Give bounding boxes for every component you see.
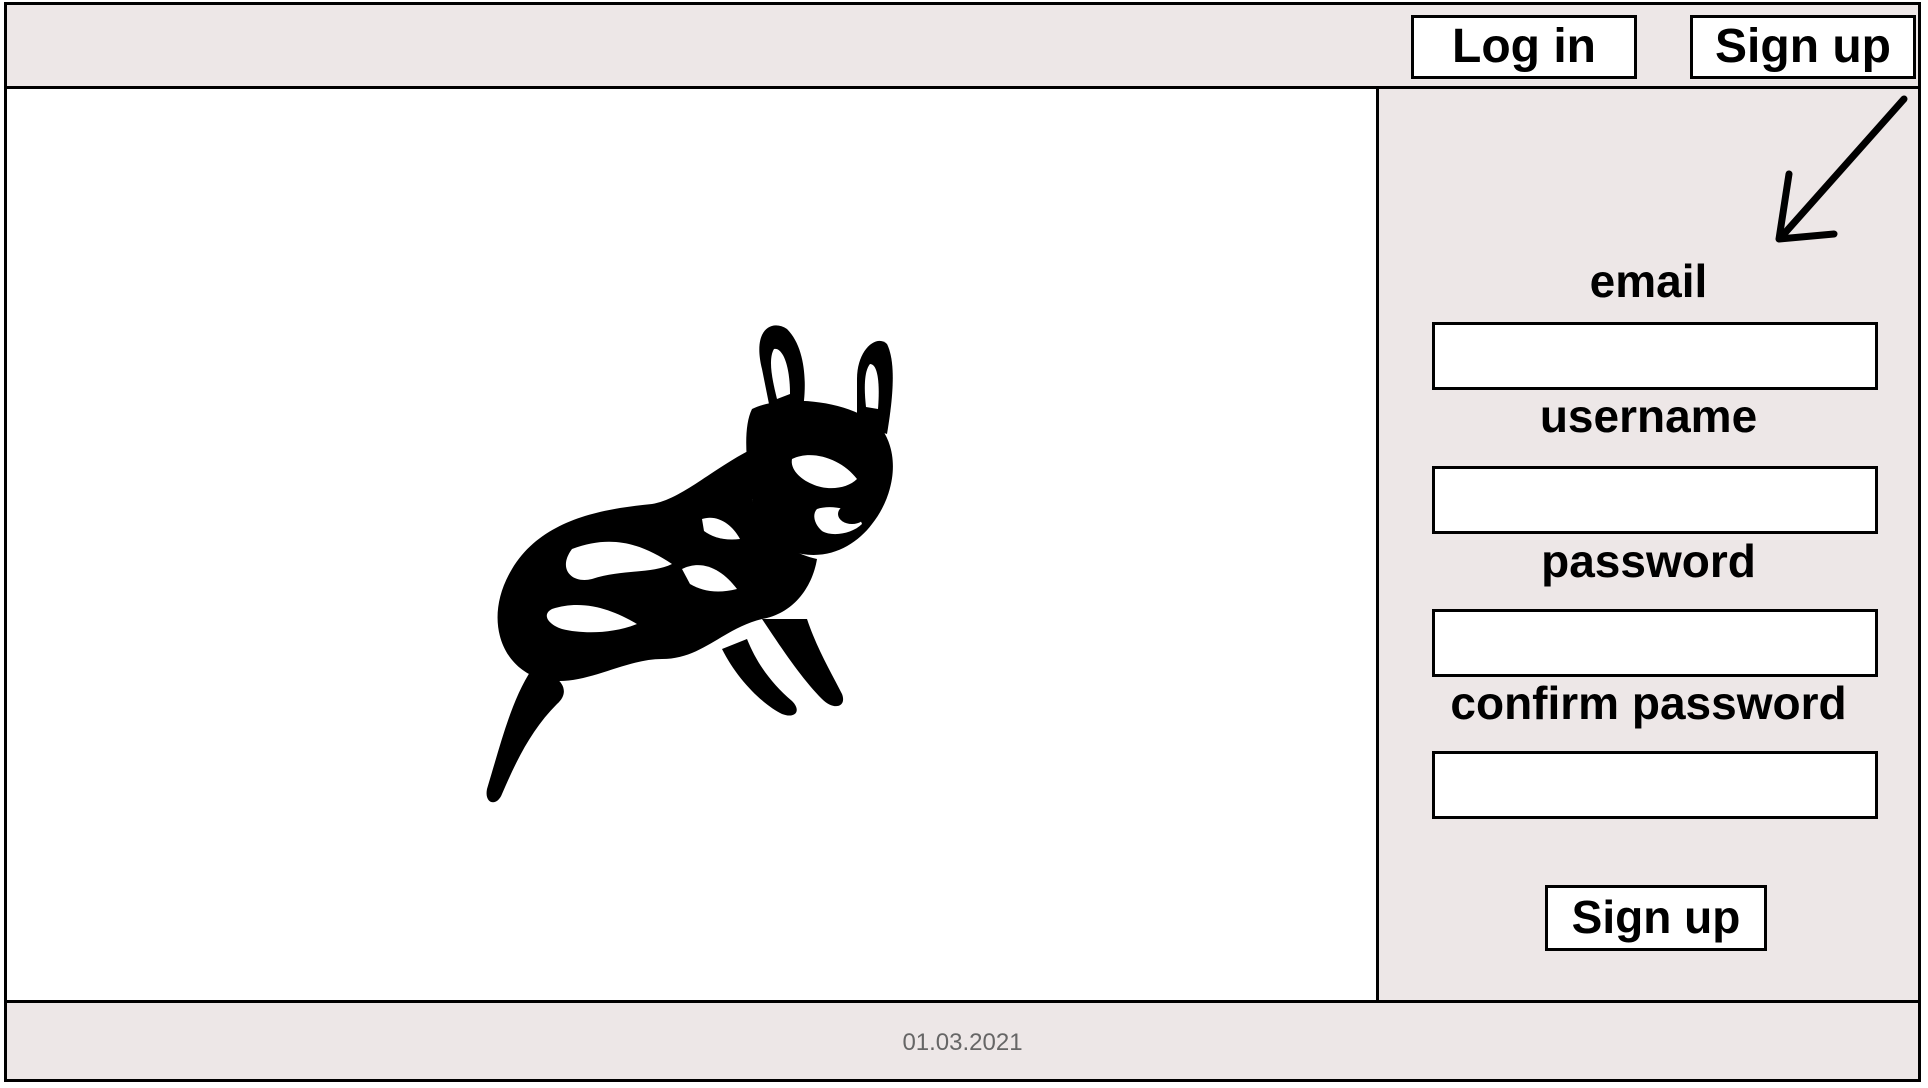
password-field[interactable] bbox=[1432, 609, 1878, 677]
username-label: username bbox=[1539, 390, 1758, 442]
dog-illustration bbox=[486, 325, 893, 803]
email-field[interactable] bbox=[1432, 322, 1878, 390]
footer-date: 01.03.2021 bbox=[902, 1029, 1023, 1056]
footer: 01.03.2021 bbox=[7, 1000, 1918, 1079]
login-button[interactable]: Log in bbox=[1411, 15, 1637, 79]
arrow-down-left-icon bbox=[1775, 95, 1908, 243]
app-window: Log in Sign up email username password c… bbox=[4, 2, 1921, 1082]
signup-panel: email username password confirm password… bbox=[1376, 89, 1918, 1000]
confirm-password-field[interactable] bbox=[1432, 751, 1878, 819]
email-label: email bbox=[1589, 255, 1708, 307]
confirm-password-label: confirm password bbox=[1450, 677, 1847, 729]
signup-submit-button[interactable]: Sign up bbox=[1545, 885, 1767, 951]
password-label: password bbox=[1541, 535, 1756, 587]
username-field[interactable] bbox=[1432, 466, 1878, 534]
top-bar: Log in Sign up bbox=[7, 5, 1918, 89]
hero-area bbox=[7, 89, 1376, 1000]
